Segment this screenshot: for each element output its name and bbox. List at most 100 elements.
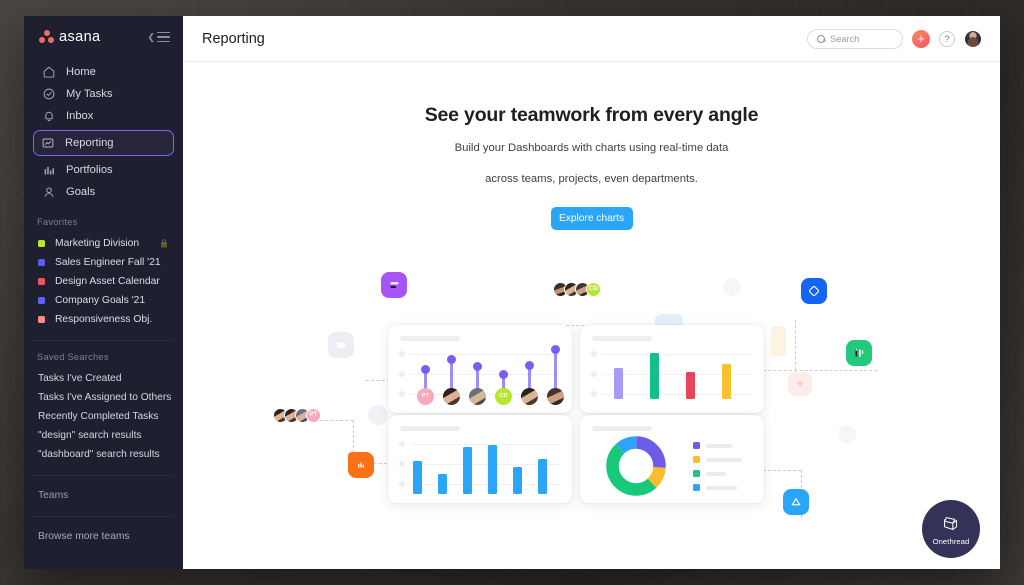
avatar-count-badge: CD	[586, 282, 601, 297]
donut-chart	[606, 436, 666, 496]
donut-chart-card[interactable]	[580, 415, 764, 503]
favorite-item[interactable]: Marketing Division 🔒	[24, 234, 183, 253]
home-icon	[43, 66, 55, 78]
avatar: CD	[495, 388, 512, 405]
sidebar-item-label: Goals	[66, 186, 96, 198]
blue-bar-chart-card[interactable]	[388, 415, 572, 503]
legend-label-placeholder	[706, 485, 737, 490]
hero-subtext-line1: Build your Dashboards with charts using …	[454, 142, 729, 154]
add-button[interactable]: +	[912, 29, 930, 48]
sidebar-item-reporting[interactable]: Reporting	[33, 130, 174, 156]
sidebar-item-label: Home	[66, 66, 96, 78]
ghost-tile-shape	[771, 326, 786, 356]
card-title-placeholder	[400, 336, 460, 341]
connector-line	[795, 370, 877, 371]
legend-swatch	[693, 456, 700, 463]
topbar: Reporting Search + ?	[183, 16, 1000, 62]
ghost-avatar-shape	[368, 405, 388, 425]
sidebar-item-portfolios[interactable]: Portfolios	[33, 159, 174, 181]
sidebar-divider	[33, 516, 174, 517]
sidebar-item-home[interactable]: Home	[33, 61, 174, 83]
favorite-label: Sales Engineer Fall '21	[55, 257, 161, 268]
lollipop-chart-card[interactable]: PT CD	[388, 325, 572, 413]
asana-logo-icon	[39, 30, 54, 44]
favorite-item[interactable]: Sales Engineer Fall '21	[24, 253, 183, 272]
asana-logo-text: asana	[59, 29, 101, 45]
sidebar-item-label: My Tasks	[66, 88, 113, 100]
saved-search-item[interactable]: Recently Completed Tasks	[24, 407, 183, 426]
blue-diamond-tile[interactable]	[801, 278, 827, 304]
explore-charts-button[interactable]: Explore charts	[550, 207, 633, 230]
avatar	[469, 388, 486, 405]
hero-heading: See your teamwork from every angle	[424, 104, 759, 126]
sidebar-item-my-tasks[interactable]: My Tasks	[33, 83, 174, 105]
colored-bar-chart-card[interactable]	[580, 325, 764, 413]
portfolios-bars-icon	[44, 166, 54, 175]
help-button[interactable]: ?	[939, 30, 955, 47]
bar	[650, 353, 659, 399]
bar	[538, 459, 547, 494]
orange-folder-tile[interactable]	[348, 452, 374, 478]
sidebar-item-inbox[interactable]: Inbox	[33, 105, 174, 127]
sidebar-item-label: Reporting	[65, 137, 114, 149]
legend-item	[693, 442, 732, 449]
asana-logo[interactable]: asana	[39, 29, 101, 45]
legend-label-placeholder	[706, 443, 732, 448]
main-content: Reporting Search + ? See your teamwork f…	[183, 16, 1000, 569]
sidebar-divider	[33, 475, 174, 476]
check-circle-icon	[43, 88, 55, 100]
hero-section: See your teamwork from every angle Build…	[183, 62, 1000, 230]
card-title-placeholder	[400, 426, 460, 431]
favorite-item[interactable]: Design Asset Calendar	[24, 272, 183, 291]
browse-more-teams-link[interactable]: Browse more teams	[24, 528, 183, 546]
blue-triangle-tile[interactable]	[783, 489, 809, 515]
legend-item	[693, 456, 742, 463]
green-chart-tile[interactable]	[846, 340, 872, 366]
favorite-item[interactable]: Responsiveness Obj.	[24, 310, 183, 329]
saved-search-item[interactable]: Tasks I've Assigned to Others	[24, 388, 183, 407]
avatar	[547, 388, 564, 405]
sidebar-item-goals[interactable]: Goals	[33, 181, 174, 203]
bar	[722, 364, 731, 399]
bell-icon	[45, 111, 53, 122]
favorite-item[interactable]: Company Goals '21	[24, 291, 183, 310]
legend-swatch	[693, 442, 700, 449]
purple-chart-tile[interactable]	[381, 272, 407, 298]
legend-item	[693, 470, 726, 477]
card-title-placeholder	[592, 426, 652, 431]
mail-icon	[336, 342, 346, 348]
collapse-sidebar-icon[interactable]: ❮	[147, 31, 170, 43]
asana-app-window: asana ❮ Home My Tasks Inbox Reporting Po…	[24, 16, 1000, 569]
sidebar-item-label: Portfolios	[66, 164, 113, 176]
chevron-left-icon: ❮	[147, 31, 155, 42]
card-title-placeholder	[592, 336, 652, 341]
bar-chart-icon	[389, 281, 399, 288]
ghost-avatar-shape	[723, 278, 741, 296]
bar	[488, 445, 497, 494]
bar	[513, 467, 522, 494]
bar	[686, 372, 695, 399]
lock-icon: 🔒	[159, 239, 169, 248]
grey-mail-tile[interactable]	[328, 332, 354, 358]
onethread-watermark: Onethread	[922, 500, 980, 558]
onethread-logo-icon	[944, 516, 958, 530]
user-avatar[interactable]	[964, 29, 982, 48]
avatar-cluster-top[interactable]: CD	[553, 282, 601, 297]
legend-item	[693, 484, 737, 491]
legend-label-placeholder	[706, 457, 742, 462]
search-input[interactable]: Search	[807, 28, 903, 49]
connector-line	[795, 320, 796, 370]
bar-chart-icon	[358, 462, 364, 468]
primary-nav: Home My Tasks Inbox Reporting Portfolios…	[24, 61, 183, 203]
saved-search-item[interactable]: Tasks I've Created	[24, 369, 183, 388]
project-color-dot	[38, 259, 45, 266]
bar	[614, 368, 623, 399]
pink-star-tile[interactable]: ★	[788, 372, 812, 396]
saved-search-item[interactable]: "dashboard" search results	[24, 445, 183, 464]
search-placeholder: Search	[830, 33, 860, 44]
avatar-cluster-left[interactable]: PT	[273, 408, 321, 423]
saved-search-item[interactable]: "design" search results	[24, 426, 183, 445]
saved-searches-title: Saved Searches	[37, 352, 109, 362]
triangle-icon	[791, 498, 801, 506]
project-color-dot	[38, 316, 45, 323]
